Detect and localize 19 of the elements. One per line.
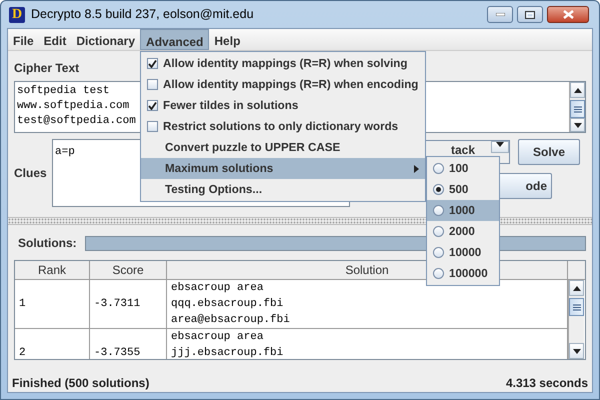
table-cell-text: -3.7311 [94, 297, 142, 312]
table-cell-text: ebsacroup area [171, 330, 264, 345]
table-cell-text: 2 [19, 346, 27, 359]
table-cell-text: ebsacroup area [171, 281, 264, 296]
field-label: Cipher Text [14, 60, 80, 77]
app-logo: D [9, 6, 25, 22]
table-cell-text: area@ebsacroup.fbi [171, 313, 290, 328]
table-cell-text: 1 [19, 297, 27, 312]
field-label: Clues [14, 165, 48, 182]
table-cell-text: qqq.ebsacroup.fbi [171, 297, 284, 312]
window-title: Decrypto 8.5 build 237, eolson@mit.edu [31, 6, 255, 24]
table-cell-text: jjj.ebsacroup.fbi [171, 346, 284, 359]
status-text: Finished (500 solutions) [12, 375, 150, 392]
text-line: www.softpedia.com [17, 99, 130, 114]
text-line: softpedia test [17, 84, 110, 99]
text-line: test@softpedia.com [17, 114, 136, 129]
elapsed-time: 4.313 seconds [506, 375, 588, 392]
field-label: Solutions: [18, 235, 77, 252]
table-cell-text: -3.7355 [94, 346, 142, 359]
